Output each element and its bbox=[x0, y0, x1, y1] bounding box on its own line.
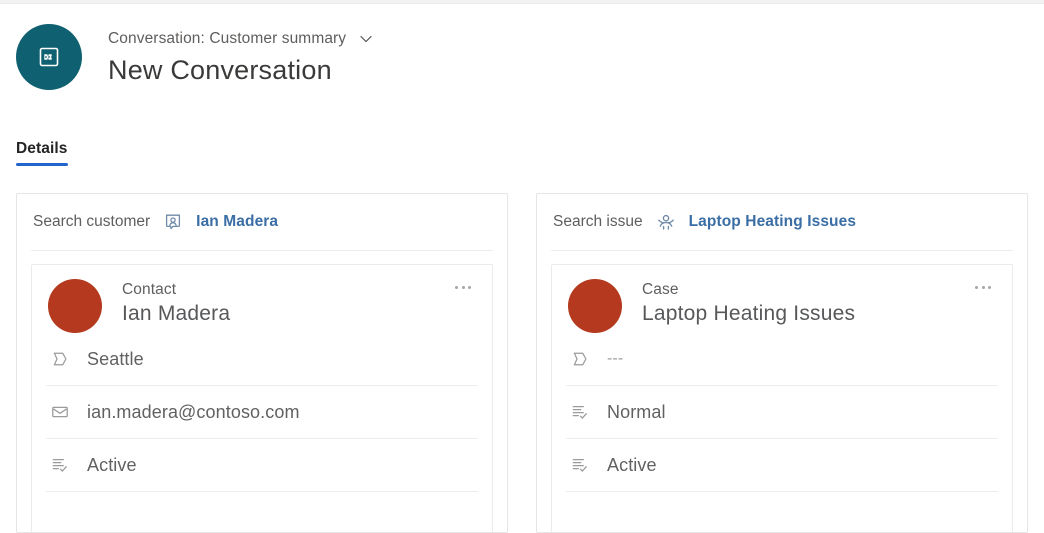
conversation-icon bbox=[16, 24, 82, 90]
avatar bbox=[48, 279, 102, 333]
tab-details[interactable]: Details bbox=[16, 140, 68, 166]
contact-status-value: Active bbox=[87, 454, 137, 475]
record-type-label: Case bbox=[642, 281, 679, 298]
contact-field-status: Active bbox=[46, 439, 478, 492]
contact-card-icon bbox=[162, 211, 184, 233]
tag-icon bbox=[569, 348, 591, 370]
case-record-card: Case Laptop Heating Issues --- Normal Ac… bbox=[551, 264, 1013, 532]
search-issue-label: Search issue bbox=[553, 213, 643, 230]
tabstrip: Details bbox=[16, 140, 68, 166]
contact-record-card: Contact Ian Madera Seattle ian.madera@co… bbox=[31, 264, 493, 532]
case-subject-value: --- bbox=[607, 350, 624, 367]
envelope-icon bbox=[49, 401, 71, 423]
header-text-block: Conversation: Customer summary New Conve… bbox=[108, 24, 376, 86]
search-issue-value[interactable]: Laptop Heating Issues bbox=[689, 213, 856, 231]
tab-details-label: Details bbox=[16, 140, 68, 157]
contact-field-email: ian.madera@contoso.com bbox=[46, 386, 478, 439]
contact-email-value: ian.madera@contoso.com bbox=[87, 401, 300, 422]
contact-record-header: Contact Ian Madera bbox=[46, 265, 478, 333]
status-list-icon bbox=[569, 454, 591, 476]
breadcrumb[interactable]: Conversation: Customer summary bbox=[108, 29, 376, 49]
more-options-icon[interactable] bbox=[970, 277, 996, 297]
page-title: New Conversation bbox=[108, 55, 332, 85]
case-field-status: Active bbox=[566, 439, 998, 492]
case-field-subject: --- bbox=[566, 333, 998, 386]
chevron-down-icon[interactable] bbox=[356, 29, 376, 49]
tag-icon bbox=[49, 348, 71, 370]
top-divider bbox=[0, 0, 1044, 4]
case-priority-value: Normal bbox=[607, 401, 666, 422]
contact-field-location: Seattle bbox=[46, 333, 478, 386]
search-customer-value[interactable]: Ian Madera bbox=[196, 213, 278, 231]
breadcrumb-label: Conversation: Customer summary bbox=[108, 30, 347, 47]
contact-record-titles: Contact Ian Madera bbox=[122, 279, 230, 326]
contact-location-value: Seattle bbox=[87, 348, 144, 369]
avatar bbox=[568, 279, 622, 333]
record-name: Laptop Heating Issues bbox=[642, 302, 856, 325]
status-list-icon bbox=[49, 454, 71, 476]
case-summary-card: Search issue Laptop Heating Issues Case … bbox=[536, 193, 1028, 533]
case-person-icon bbox=[655, 211, 677, 233]
more-options-icon[interactable] bbox=[450, 277, 476, 297]
search-customer-label: Search customer bbox=[33, 213, 151, 230]
search-customer-row[interactable]: Search customer Ian Madera bbox=[31, 194, 493, 251]
customer-summary-card: Search customer Ian Madera Contact Ian M… bbox=[16, 193, 508, 533]
case-status-value: Active bbox=[607, 454, 657, 475]
record-type-label: Contact bbox=[122, 281, 177, 298]
record-name: Ian Madera bbox=[122, 302, 231, 325]
page-header: Conversation: Customer summary New Conve… bbox=[16, 24, 376, 90]
cards-area: Search customer Ian Madera Contact Ian M… bbox=[16, 193, 1028, 533]
status-list-icon bbox=[569, 401, 591, 423]
case-field-priority: Normal bbox=[566, 386, 998, 439]
case-record-header: Case Laptop Heating Issues bbox=[566, 265, 998, 333]
search-issue-row[interactable]: Search issue Laptop Heating Issues bbox=[551, 194, 1013, 251]
case-record-titles: Case Laptop Heating Issues bbox=[642, 279, 855, 326]
